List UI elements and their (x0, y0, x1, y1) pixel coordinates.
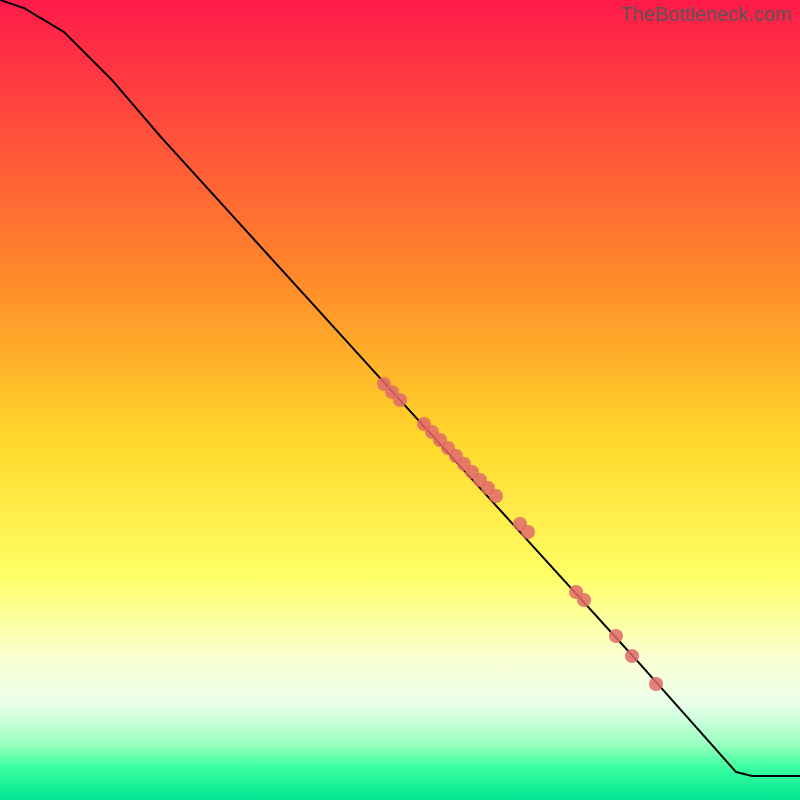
data-point (393, 393, 407, 407)
watermark-text: TheBottleneck.com (621, 4, 792, 27)
data-point (521, 525, 535, 539)
data-point (625, 649, 639, 663)
data-point (609, 629, 623, 643)
data-point (489, 489, 503, 503)
data-point (649, 677, 663, 691)
chart-container: TheBottleneck.com (0, 0, 800, 800)
data-point (577, 593, 591, 607)
chart-svg (0, 0, 800, 800)
